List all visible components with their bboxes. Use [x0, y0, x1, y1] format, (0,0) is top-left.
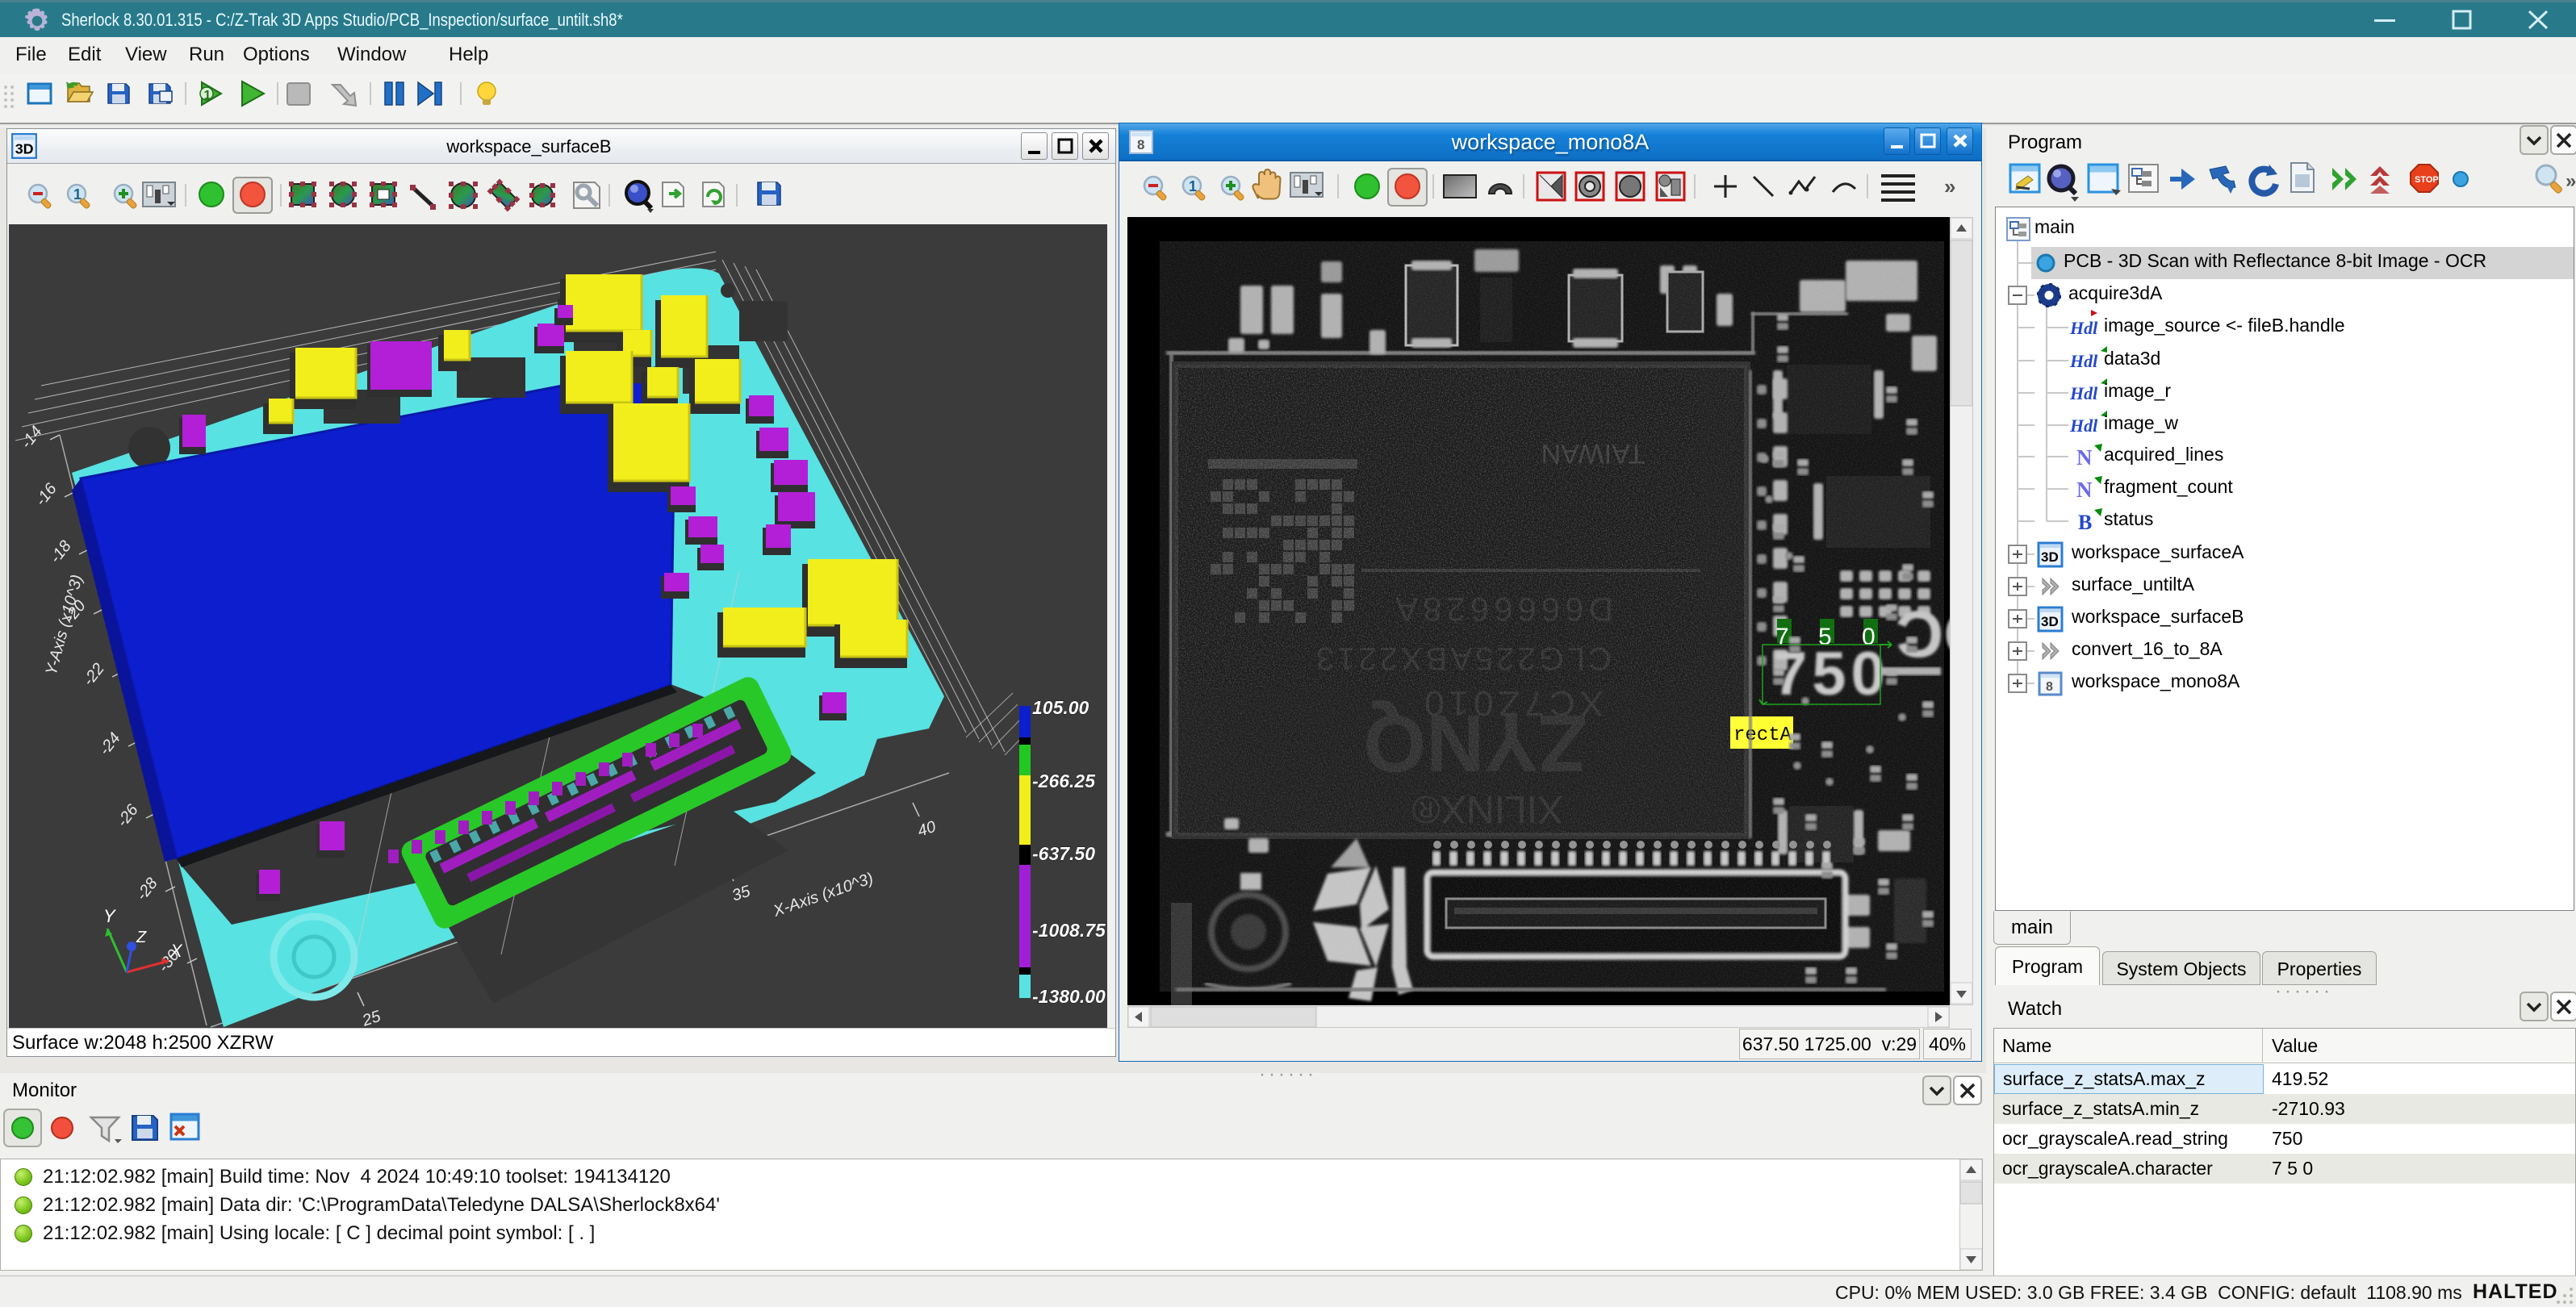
svg-text:X-Axis (x10^3): X-Axis (x10^3): [771, 870, 876, 921]
svg-text:»: »: [1944, 174, 1955, 198]
svg-text:-18: -18: [47, 537, 75, 566]
svg-text:1: 1: [73, 186, 82, 203]
svg-text:-28: -28: [133, 875, 161, 904]
svg-text:Hdl: Hdl: [2069, 415, 2098, 436]
svg-text:»: »: [2566, 170, 2576, 192]
svg-text:Hdl: Hdl: [2069, 318, 2098, 338]
svg-text:25: 25: [359, 1008, 383, 1028]
svg-text:3D: 3D: [2041, 549, 2059, 565]
svg-text:3D: 3D: [2041, 614, 2059, 629]
svg-text:3D: 3D: [15, 140, 34, 157]
svg-text:-22: -22: [80, 660, 108, 689]
svg-text:-26: -26: [114, 800, 143, 830]
svg-text:N: N: [2076, 445, 2093, 470]
svg-text:-266.25: -266.25: [1032, 770, 1096, 791]
svg-text:Z: Z: [136, 929, 147, 946]
svg-text:35: 35: [730, 883, 753, 905]
svg-text:N: N: [2076, 478, 2093, 502]
svg-text:B: B: [2078, 511, 2092, 534]
svg-text:Y: Y: [103, 906, 116, 926]
svg-text:Hdl: Hdl: [2069, 351, 2098, 371]
svg-text:-1008.75: -1008.75: [1032, 920, 1106, 941]
svg-text:-14: -14: [18, 423, 46, 452]
svg-text:-24: -24: [96, 729, 124, 758]
svg-text:-1380.00: -1380.00: [1032, 986, 1106, 1007]
svg-text:1: 1: [1189, 178, 1197, 194]
svg-text:X: X: [169, 941, 183, 961]
svg-text:STOP: STOP: [2415, 175, 2439, 185]
svg-text:Hdl: Hdl: [2069, 383, 2098, 403]
svg-text:Y-Axis (x10^3): Y-Axis (x10^3): [43, 573, 86, 677]
svg-text:8: 8: [2046, 680, 2053, 694]
svg-text:8: 8: [1137, 137, 1144, 152]
svg-text:1: 1: [204, 89, 211, 102]
svg-text:40: 40: [915, 818, 938, 841]
svg-text:-637.50: -637.50: [1032, 843, 1095, 864]
svg-text:105.00: 105.00: [1032, 697, 1089, 718]
svg-text:-16: -16: [32, 479, 61, 509]
